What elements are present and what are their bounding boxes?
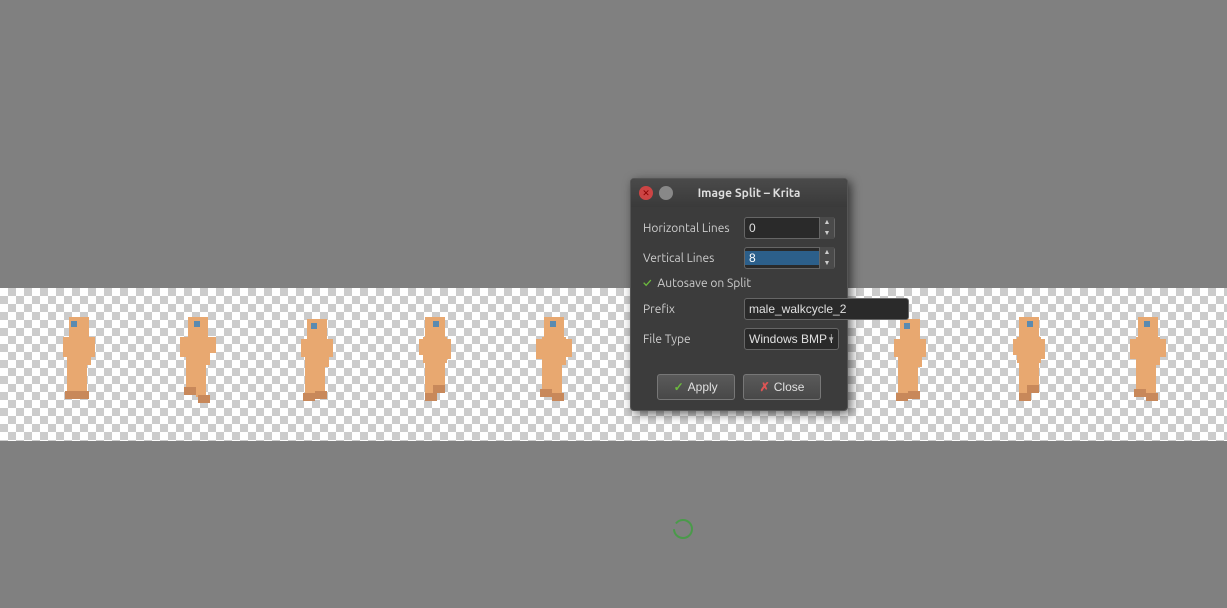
- horizontal-lines-input[interactable]: [745, 221, 819, 235]
- apply-label: Apply: [688, 380, 718, 394]
- close-label: Close: [774, 380, 805, 394]
- filetype-select[interactable]: Windows BMP i PNG JPEG TIFF: [744, 328, 839, 350]
- close-x-icon: ✗: [760, 380, 770, 394]
- image-split-dialog: ✕ Image Split – Krita Horizontal Lines ▲…: [630, 178, 848, 411]
- vertical-lines-spinbox: ▲ ▼: [744, 247, 835, 269]
- vertical-lines-row: Vertical Lines ▲ ▼: [643, 247, 835, 269]
- apply-checkmark-icon: ✓: [674, 380, 684, 394]
- sprite-2: [168, 315, 228, 415]
- horizontal-lines-row: Horizontal Lines ▲ ▼: [643, 217, 835, 239]
- horizontal-lines-label: Horizontal Lines: [643, 222, 738, 235]
- prefix-input[interactable]: [744, 298, 909, 320]
- autosave-checkmark: ✓: [643, 277, 651, 290]
- apply-button[interactable]: ✓ Apply: [657, 374, 735, 400]
- autosave-row: ✓ Autosave on Split: [643, 277, 835, 290]
- dialog-body: Horizontal Lines ▲ ▼ Vertical Lines ▲ ▼: [631, 207, 847, 368]
- prefix-row: Prefix: [643, 298, 835, 320]
- dialog-titlebar: ✕ Image Split – Krita: [631, 179, 847, 207]
- prefix-label: Prefix: [643, 303, 738, 316]
- vertical-lines-increment[interactable]: ▲: [820, 247, 834, 258]
- sprite-8: [880, 315, 940, 415]
- vertical-lines-input[interactable]: [745, 251, 819, 265]
- close-window-button[interactable]: ✕: [639, 186, 653, 200]
- cursor-icon: [672, 518, 694, 540]
- close-dialog-button[interactable]: ✗ Close: [743, 374, 822, 400]
- sprite-4: [405, 315, 465, 415]
- dialog-title: Image Split – Krita: [679, 187, 819, 200]
- sprite-10: [1118, 315, 1178, 415]
- autosave-label[interactable]: Autosave on Split: [657, 277, 751, 290]
- vertical-lines-spinbox-buttons: ▲ ▼: [819, 247, 834, 269]
- sprite-9: [999, 315, 1059, 415]
- sprite-3: [287, 315, 347, 415]
- minimize-window-button[interactable]: [659, 186, 673, 200]
- filetype-row: File Type Windows BMP i PNG JPEG TIFF: [643, 328, 835, 350]
- sprite-5: [524, 315, 584, 415]
- horizontal-lines-spinbox-buttons: ▲ ▼: [819, 217, 834, 239]
- filetype-select-wrapper: Windows BMP i PNG JPEG TIFF: [744, 328, 839, 350]
- horizontal-lines-spinbox: ▲ ▼: [744, 217, 835, 239]
- horizontal-lines-increment[interactable]: ▲: [820, 217, 834, 228]
- sprite-strip: [0, 288, 1227, 441]
- vertical-lines-label: Vertical Lines: [643, 252, 738, 265]
- filetype-label: File Type: [643, 333, 738, 346]
- sprite-1: [49, 315, 109, 415]
- vertical-lines-decrement[interactable]: ▼: [820, 258, 834, 269]
- dialog-buttons: ✓ Apply ✗ Close: [631, 368, 847, 410]
- horizontal-lines-decrement[interactable]: ▼: [820, 228, 834, 239]
